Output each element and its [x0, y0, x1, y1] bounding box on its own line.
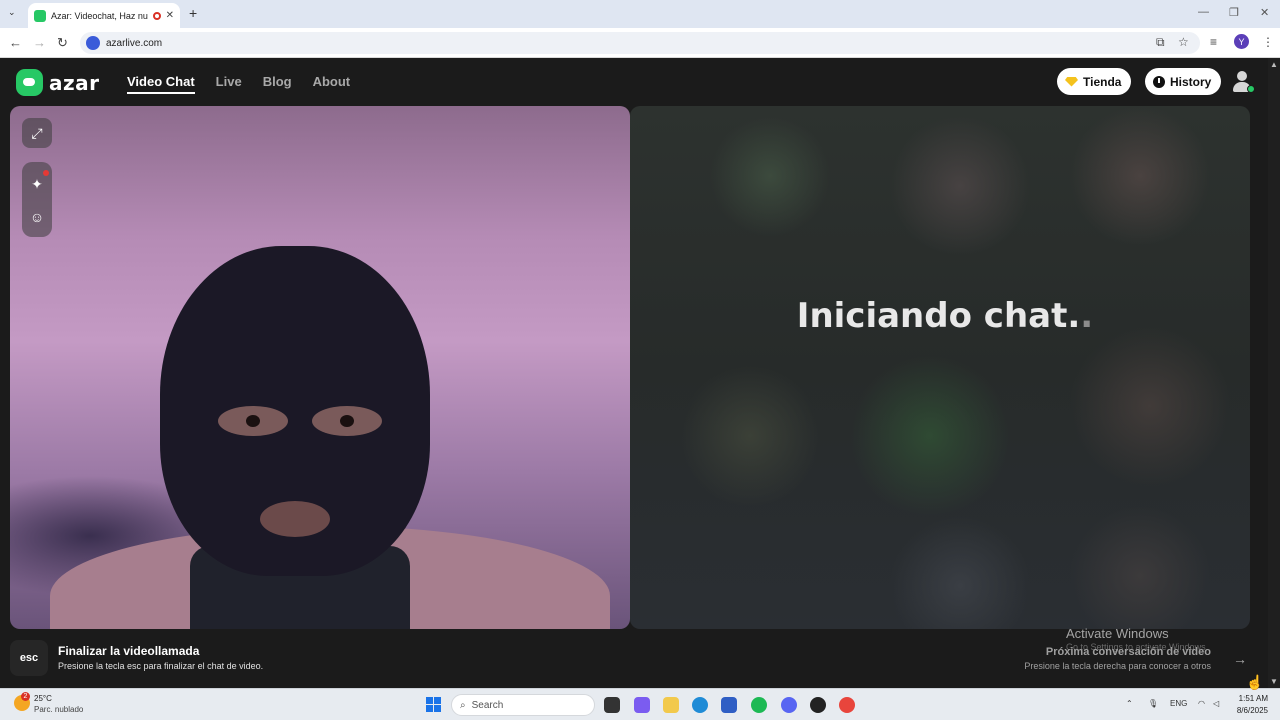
profile-avatar[interactable]: Y	[1234, 34, 1249, 49]
azar-logo[interactable]: azar	[16, 69, 100, 96]
online-status-dot	[1247, 85, 1255, 93]
video-person-mouth	[260, 501, 330, 537]
volume-icon[interactable]: ◁	[1213, 699, 1219, 708]
tab-title: Azar: Videochat, Haz nuevo	[51, 10, 148, 21]
search-icon: ⌕	[460, 699, 466, 711]
remote-video: Iniciando chat..	[630, 106, 1250, 629]
tab-list-icon[interactable]: ⌄	[8, 7, 16, 18]
nav-blog[interactable]: Blog	[263, 74, 292, 94]
taskbar-time[interactable]: 1:51 AM	[1228, 694, 1268, 703]
back-button[interactable]: ←	[9, 35, 22, 50]
nav-about[interactable]: About	[313, 74, 351, 94]
history-button[interactable]: History	[1145, 68, 1222, 95]
effects-toolbar: ✦ ☺	[22, 162, 52, 237]
azar-app: azar Video Chat Live Blog About Tienda H…	[0, 58, 1268, 688]
install-app-icon[interactable]: ⧉	[1156, 35, 1165, 50]
url-text: azarlive.com	[106, 37, 163, 49]
minimize-button[interactable]: —	[1198, 6, 1209, 18]
recording-icon	[152, 11, 161, 20]
browser-tab-azar[interactable]: Azar: Videochat, Haz nuevo ✕	[28, 3, 180, 28]
reload-button[interactable]: ↻	[57, 35, 68, 51]
store-app-icon[interactable]	[721, 697, 737, 713]
local-video: ⤢ ✦ ☺	[10, 106, 630, 629]
restore-button[interactable]: ❐	[1229, 6, 1239, 19]
browser-toolbar: ← → ↻ azarlive.com ⧉ ☆ ≡ Y ⋮	[0, 28, 1280, 58]
spotify-icon[interactable]	[751, 697, 767, 713]
mouse-cursor-icon: ☝	[1246, 674, 1264, 690]
nav-video-chat[interactable]: Video Chat	[127, 74, 195, 94]
end-call-subtitle: Presione la tecla esc para finalizar el …	[58, 661, 264, 671]
media-controls-icon[interactable]: ≡	[1210, 35, 1217, 49]
logo-text: azar	[49, 70, 100, 95]
discord-icon[interactable]	[781, 697, 797, 713]
windows-taskbar: 2 25°C Parc. nublado ⌕ Search ⌃ 🎙 ENG ◠ …	[0, 688, 1280, 720]
nav-live[interactable]: Live	[216, 74, 242, 94]
task-view-icon[interactable]	[604, 697, 620, 713]
tab-close-icon[interactable]: ✕	[166, 10, 174, 21]
next-chat-title: Próxima conversación de video	[1045, 646, 1211, 658]
end-call-title: Finalizar la videollamada	[58, 644, 200, 658]
edge-icon[interactable]	[692, 697, 708, 713]
video-person-eye	[312, 406, 382, 436]
weather-temperature: 25°C	[34, 694, 52, 703]
file-explorer-icon[interactable]	[663, 697, 679, 713]
clock-icon	[1153, 75, 1165, 88]
main-nav: Video Chat Live Blog About	[127, 74, 350, 94]
end-call-button[interactable]: esc	[10, 640, 48, 676]
search-placeholder: Search	[471, 699, 504, 711]
weather-badge: 2	[21, 692, 30, 701]
video-person-eye	[218, 406, 288, 436]
diamond-icon	[1065, 76, 1078, 87]
expand-icon[interactable]: ⤢	[22, 118, 52, 148]
start-menu-icon[interactable]	[426, 697, 441, 712]
language-indicator[interactable]: ENG	[1170, 699, 1187, 708]
avatar-head	[1237, 71, 1247, 81]
next-chat-button[interactable]: →	[1226, 646, 1254, 672]
user-avatar-icon[interactable]	[1230, 69, 1255, 93]
close-window-button[interactable]: ✕	[1260, 6, 1269, 19]
taskbar-search[interactable]: ⌕ Search	[451, 694, 595, 716]
activate-windows-title: Activate Windows	[1066, 626, 1169, 641]
scroll-down-icon[interactable]: ▼	[1270, 677, 1278, 686]
browser-tab-bar: ⌄ Azar: Videochat, Haz nuevo ✕ + — ❐ ✕	[0, 0, 1280, 28]
site-info-icon[interactable]	[86, 36, 100, 50]
notification-dot	[43, 170, 49, 176]
app-icon[interactable]	[810, 697, 826, 713]
forward-button[interactable]: →	[33, 35, 46, 50]
azar-logo-icon	[16, 69, 43, 96]
browser-menu-icon[interactable]: ⋮	[1262, 35, 1274, 49]
new-tab-button[interactable]: +	[189, 5, 197, 21]
history-label: History	[1170, 74, 1212, 89]
wifi-icon[interactable]: ◠	[1198, 699, 1205, 708]
store-button[interactable]: Tienda	[1057, 68, 1132, 95]
scroll-up-icon[interactable]: ▲	[1270, 60, 1278, 69]
chrome-icon[interactable]	[839, 697, 855, 713]
connecting-dot: .	[1080, 296, 1094, 336]
tray-overflow-icon[interactable]: ⌃	[1126, 699, 1133, 708]
connecting-text: Iniciando chat.	[796, 296, 1081, 336]
address-bar[interactable]: azarlive.com	[80, 32, 1200, 54]
copilot-icon[interactable]	[634, 697, 650, 713]
azar-favicon-icon	[34, 9, 46, 22]
connecting-status: Iniciando chat..	[630, 296, 1250, 336]
taskbar-date[interactable]: 8/6/2025	[1228, 706, 1268, 715]
next-chat-subtitle: Presione la tecla derecha para conocer a…	[1024, 661, 1211, 671]
store-label: Tienda	[1083, 74, 1122, 89]
weather-description: Parc. nublado	[34, 705, 84, 714]
page-scrollbar[interactable]: ▲ ▼	[1268, 58, 1280, 688]
bookmark-star-icon[interactable]: ☆	[1178, 35, 1189, 49]
microphone-icon[interactable]: 🎙	[1148, 699, 1158, 708]
sticker-face-icon[interactable]: ☺	[22, 202, 52, 232]
